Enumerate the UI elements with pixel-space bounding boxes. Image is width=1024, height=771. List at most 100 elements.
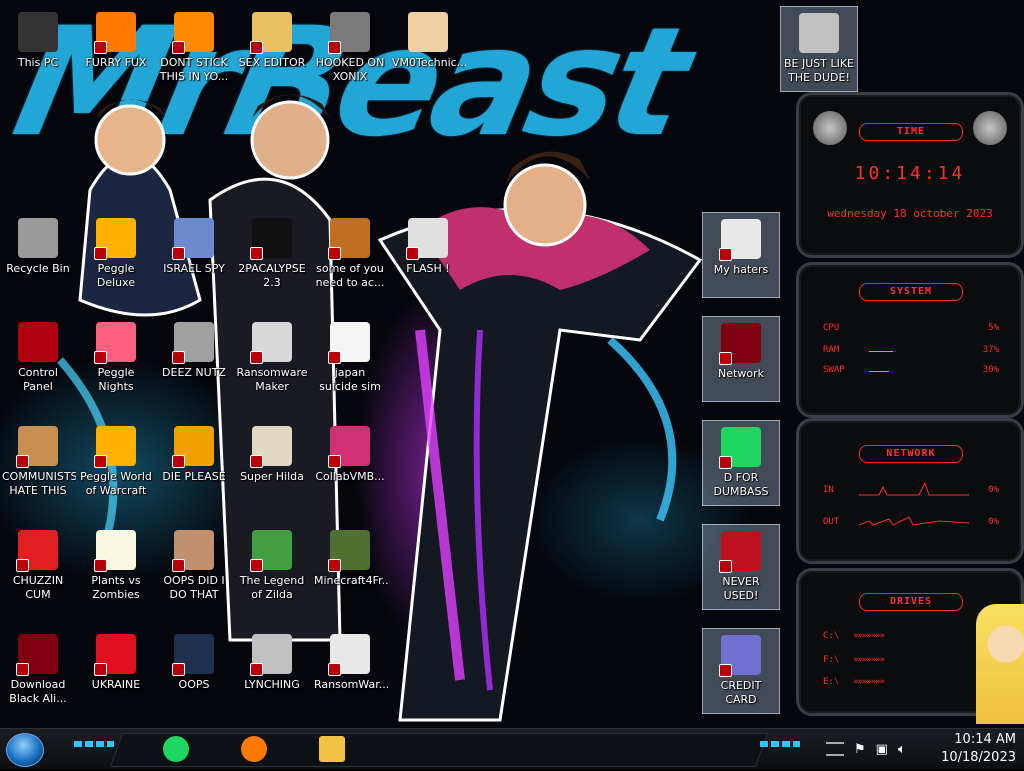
shortcut-arrow-icon [94,663,107,676]
desktop-icon-label: DIE PLEASE [162,470,226,483]
flash-file-icon [406,218,448,260]
desktop-icon-chuzzle[interactable]: CHUZZIN CUM [0,524,76,608]
desktop-icon-label: RansomWar... [314,678,388,691]
taskbar-chat-app-button[interactable] [160,733,192,765]
desktop-icon-radiation[interactable]: UKRAINE [78,628,154,712]
desktop-icon-label: Download Black Ali... [9,678,67,705]
desktop-icon-file[interactable]: My haters [702,212,780,298]
drive-f-bar: »»»»»»» [853,655,885,665]
network-icon[interactable]: ▣ [876,742,888,757]
desktop-icon-label: OOPS DID I DO THAT [163,574,225,601]
desktop-icon-credit-card[interactable]: CREDIT CARD CHECKER [702,628,780,714]
time-widget-title: TIME [859,123,963,141]
desktop-icon-label: My haters [713,263,769,276]
taskbar-clock[interactable]: 10:14 AM 10/18/2023 [941,729,1016,771]
desktop-icon-window-app[interactable]: Ransomware Maker Build... [234,316,310,400]
desktop-icon-doctor[interactable]: VM0Technic... [390,6,466,90]
desktop-icon-label: LYNCHING [244,678,300,691]
desktop-icon-portrait[interactable]: OOPS DID I DO THAT [156,524,232,608]
taskbar-date: 10/18/2023 [941,750,1016,765]
shortcut-arrow-icon [328,351,341,364]
money-bag-icon [16,426,58,468]
desktop-icon-label: SEX EDITOR [238,56,306,69]
desktop-icon-label: OOPS [178,678,210,691]
start-button[interactable] [6,733,44,767]
drive-e-bar: »»»»»»» [853,677,885,687]
chat-app-icon [163,736,189,762]
desktop-icon-rope[interactable]: LYNCHING [234,628,310,712]
pinned-apps [160,733,348,765]
desktop-icon-skull[interactable]: RansomWar... [312,628,388,712]
taskbar-firefox-button[interactable] [238,733,270,765]
desktop-icon-recycle-bin[interactable]: Recycle Bin [0,212,76,296]
desktop-icon-label: Recycle Bin [6,262,70,275]
cpu-label: CPU [823,323,840,333]
desktop-icon-peggle[interactable]: Peggle Deluxe [78,212,154,296]
shortcut-arrow-icon [94,247,107,260]
desktop-icon-label: Peggle Deluxe [96,262,136,289]
desktop-icon-money-bag[interactable]: COMMUNISTS HATE THIS G... [0,420,76,504]
desktop: MrBeast This PC FURRY FUX DONT STICK THIS … [0,0,1024,728]
drives-widget-title: DRIVES [859,593,963,611]
desktop-icon-control-panel[interactable]: Control Panel [0,316,76,400]
shortcut-arrow-icon [16,559,29,572]
taskbar-time: 10:14 AM [954,732,1016,747]
action-center-icon[interactable] [826,742,844,756]
desktop-icon-computer[interactable]: This PC [0,6,76,90]
desktop-icon-label: HOOKED ON XONIX [315,56,385,83]
taskbar-file-explorer-button[interactable] [316,733,348,765]
drive-c-label: C:\ [823,631,840,641]
shortcut-arrow-icon [250,351,263,364]
desktop-icon-spy[interactable]: ISRAEL SPY [156,212,232,296]
desktop-icon-minecraft[interactable]: Minecraft4Fr... [312,524,388,608]
portrait-icon [172,530,214,572]
desktop-icon-plant[interactable]: Plants vs Zombies [78,524,154,608]
desktop-icon-label: UKRAINE [91,678,141,691]
shortcut-arrow-icon [250,455,263,468]
net-in-value: 0% [988,485,999,495]
doctor-icon [408,12,448,52]
ram-bar [869,351,893,352]
desktop-icon-label: FLASH ! [406,262,450,275]
desktop-icon-book[interactable]: OOPS [156,628,232,712]
desktop-icon-vlc[interactable]: DONT STICK THIS IN YO... [156,6,232,90]
firefox-icon [94,12,136,54]
desktop-icon-label: Control Panel [18,366,58,393]
file-explorer-icon [319,736,345,762]
desktop-icon-firefox[interactable]: FURRY FUX [78,6,154,90]
desktop-icon-peggle[interactable]: Peggle World of Warcraft ... [78,420,154,504]
drive-f-label: F:\ [823,655,840,665]
desktop-icon-bear[interactable]: some of you need to ac... [312,212,388,296]
desktop-icon-de[interactable]: DIE PLEASE [156,420,232,504]
desktop-icon-chat[interactable]: D FOR DUMBASS [702,420,780,506]
desktop-icon-santa[interactable]: BE JUST LIKE THE DUDE! [780,6,858,92]
desktop-icon-label: D FOR DUMBASS [713,471,769,498]
desktop-icon-devcpp[interactable]: NEVER USED! [702,524,780,610]
shortcut-arrow-icon [94,351,107,364]
desktop-icon-hxd[interactable]: SEX EDITOR [234,6,310,90]
desktop-icon-peggle[interactable]: Peggle Nights Deluxe [78,316,154,400]
taskbar: ⚑ ▣ 🔈︎ 10:14 AM 10/18/2023 [0,728,1024,769]
volume-icon[interactable]: 🔈︎ [898,742,906,757]
desktop-icon-label: Network [718,367,764,380]
shortcut-arrow-icon [16,663,29,676]
skull-icon [328,634,370,676]
desktop-icon-document[interactable]: japan suicide sim [312,316,388,400]
desktop-icon-orb[interactable]: Network [702,316,780,402]
desktop-icon-terminal[interactable]: 2PACALYPSE 2.3 [234,212,310,296]
desktop-icon-xonix[interactable]: HOOKED ON XONIX [312,6,388,90]
spy-icon [172,218,214,260]
cpu-value: 5% [988,323,999,333]
orb-icon [719,323,761,365]
desktop-icon-zelda[interactable]: The Legend of Zilda [234,524,310,608]
desktop-icon-vm[interactable]: CollabVMB... [312,420,388,504]
desktop-icon-orb[interactable]: Download Black Ali... [0,628,76,712]
hxd-icon [250,12,292,54]
shortcut-arrow-icon [719,352,732,365]
desktop-icon-pixel[interactable]: Super Hilda [234,420,310,504]
desktop-icon-flash-file[interactable]: FLASH ! [390,212,466,296]
shortcut-arrow-icon [328,455,341,468]
flag-icon[interactable]: ⚑ [854,742,866,757]
desktop-icon-windows-stack[interactable]: DEEZ NUTZ [156,316,232,400]
shortcut-arrow-icon [172,351,185,364]
